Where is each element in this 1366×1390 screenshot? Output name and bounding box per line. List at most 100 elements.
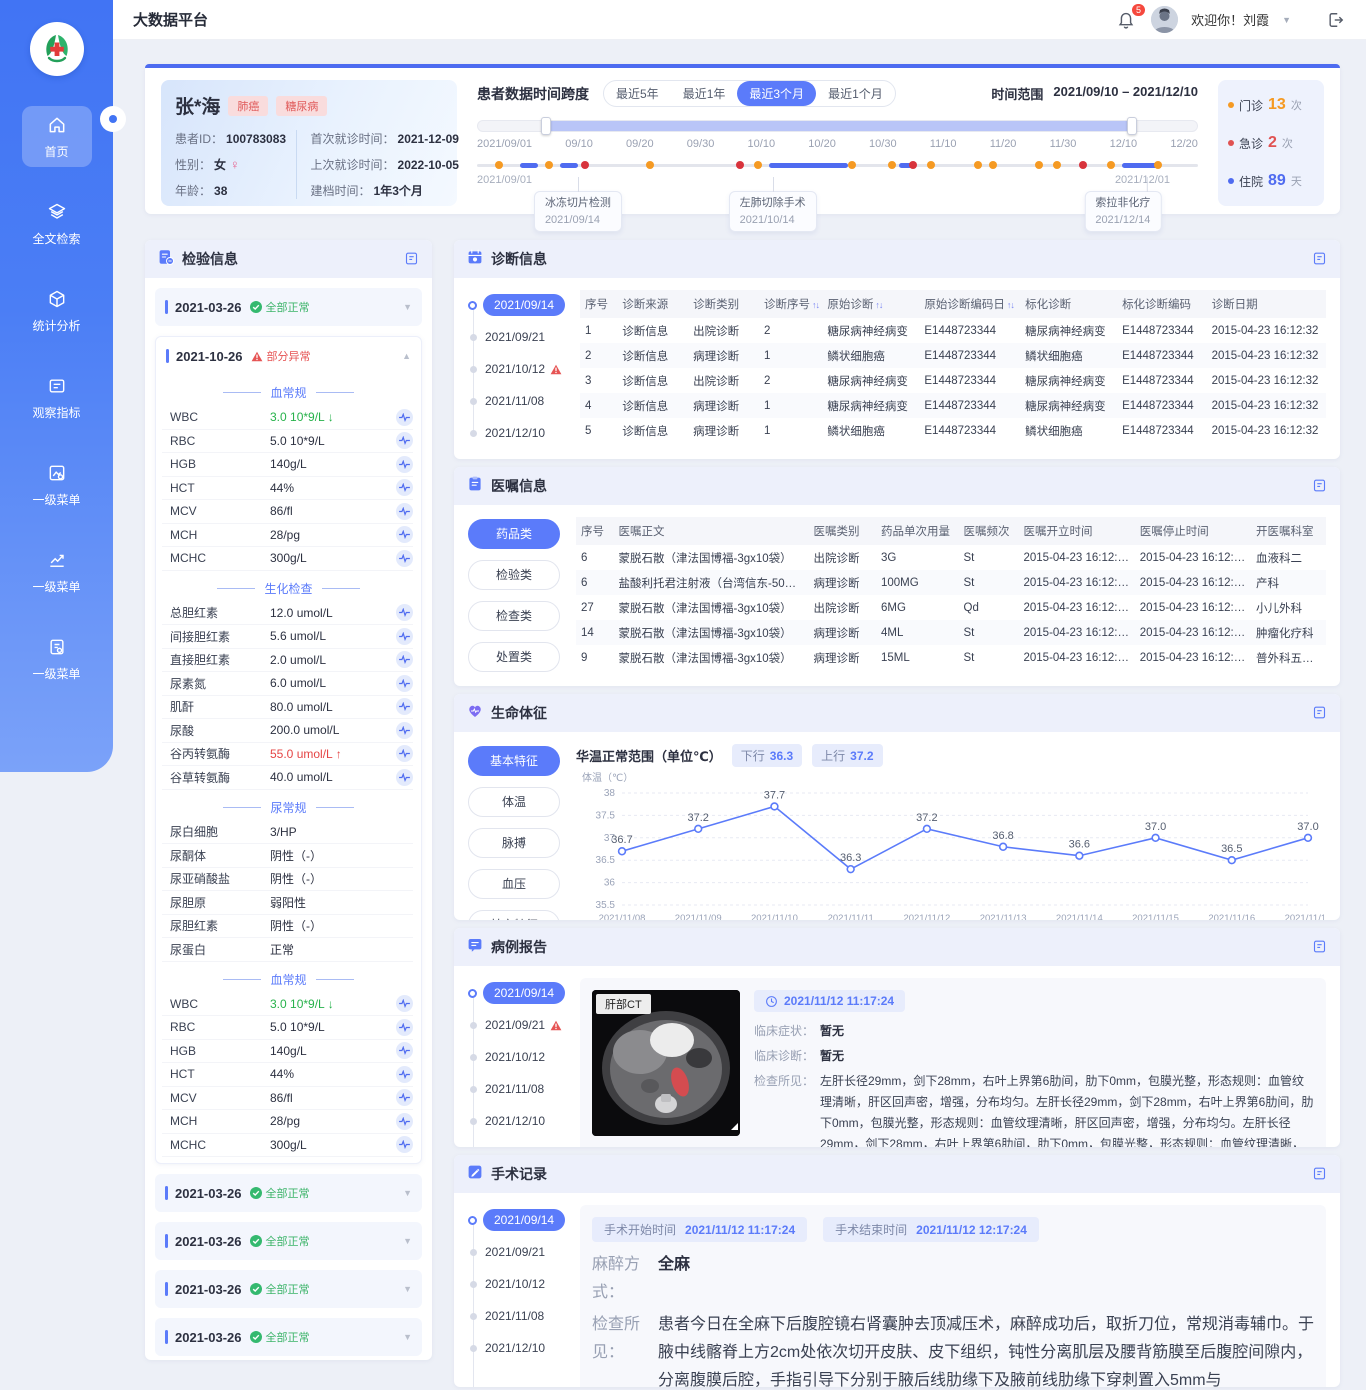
outpatient-event-dot[interactable]: [989, 161, 997, 169]
hospital-stay-segment[interactable]: [1122, 163, 1158, 168]
sidebar-item-5[interactable]: 一级菜单: [22, 541, 92, 602]
column-header[interactable]: 原始诊断↑↓: [822, 290, 919, 318]
vitals-tab-血压[interactable]: 血压: [468, 869, 560, 899]
report-note-icon[interactable]: [1312, 939, 1327, 955]
trend-wave-icon[interactable]: [396, 651, 413, 668]
orders-note-icon[interactable]: [1312, 478, 1327, 494]
surgery-note-icon[interactable]: [1312, 1166, 1327, 1182]
table-row[interactable]: 27蒙脱石散（津法国博福-3gx10袋）出院诊断6MGQd2015-04-23 …: [576, 595, 1326, 620]
date-timeline-item[interactable]: 2021/10/12: [468, 1272, 580, 1296]
trend-wave-icon[interactable]: [396, 995, 413, 1012]
chevron-down-icon[interactable]: ▼: [403, 1236, 412, 1246]
date-timeline-item[interactable]: 2021/12/10: [468, 1336, 580, 1360]
lab-entry-header[interactable]: 2021-03-26全部正常▼: [155, 288, 422, 326]
date-timeline-item[interactable]: 2021/09/14: [468, 981, 580, 1005]
outpatient-event-dot[interactable]: [495, 161, 503, 169]
table-row[interactable]: 3诊断信息出院诊断2糖尿病神经病变E1448723344糖尿病神经病变E1448…: [580, 368, 1326, 393]
range-button[interactable]: 最近1个月: [816, 81, 895, 106]
chevron-down-icon[interactable]: ▼: [403, 1188, 412, 1198]
sidebar-item-2[interactable]: 统计分析: [22, 280, 92, 341]
vitals-tab-脉搏[interactable]: 脉搏: [468, 828, 560, 858]
sort-icon[interactable]: ↑↓: [812, 300, 819, 310]
sidebar-item-3[interactable]: 观察指标: [22, 367, 92, 428]
trend-wave-icon[interactable]: [396, 456, 413, 473]
hospital-stay-segment[interactable]: [520, 163, 538, 168]
date-timeline-item[interactable]: 2021/09/21: [468, 1240, 580, 1264]
vitals-tab-体温[interactable]: 体温: [468, 787, 560, 817]
date-timeline-item[interactable]: 2021/12/10: [468, 1109, 580, 1133]
chevron-down-icon[interactable]: ▼: [403, 302, 412, 312]
outpatient-event-dot[interactable]: [927, 161, 935, 169]
table-row[interactable]: 6盐酸利托君注射液（台湾信东-50mg:5ml）病理诊断100MGSt2015-…: [576, 570, 1326, 595]
trend-wave-icon[interactable]: [396, 503, 413, 520]
outpatient-event-dot[interactable]: [545, 161, 553, 169]
chevron-up-icon[interactable]: ▲: [402, 351, 411, 361]
trend-wave-icon[interactable]: [396, 1136, 413, 1153]
sort-icon[interactable]: ↑↓: [875, 300, 882, 310]
table-row[interactable]: 14蒙脱石散（津法国博福-3gx10袋）病理诊断4MLSt2015-04-23 …: [576, 620, 1326, 645]
trend-wave-icon[interactable]: [396, 722, 413, 739]
logout-button[interactable]: [1326, 10, 1346, 30]
trend-wave-icon[interactable]: [396, 604, 413, 621]
trend-wave-icon[interactable]: [396, 526, 413, 543]
trend-wave-icon[interactable]: [396, 1042, 413, 1059]
table-row[interactable]: 1诊断信息出院诊断2糖尿病神经病变E1448723344糖尿病神经病变E1448…: [580, 318, 1326, 343]
trend-wave-icon[interactable]: [396, 432, 413, 449]
table-row[interactable]: 2诊断信息病理诊断1鳞状细胞癌E1448723344鳞状细胞癌E14487233…: [580, 343, 1326, 368]
vitals-low-badge[interactable]: 下行36.3: [732, 744, 802, 767]
user-menu-caret-icon[interactable]: ▼: [1282, 15, 1291, 25]
table-row[interactable]: 4诊断信息病理诊断1糖尿病神经病变E1448723344糖尿病神经病变E1448…: [580, 393, 1326, 418]
trend-wave-icon[interactable]: [396, 769, 413, 786]
sort-icon[interactable]: ↑↓: [1007, 300, 1014, 310]
date-timeline-item[interactable]: 2021/11/08: [468, 1077, 580, 1101]
outpatient-event-dot[interactable]: [754, 161, 762, 169]
orders-tab-检查类[interactable]: 检查类: [468, 601, 560, 631]
vitals-high-badge[interactable]: 上行37.2: [812, 744, 882, 767]
outpatient-event-dot[interactable]: [848, 161, 856, 169]
lab-note-icon[interactable]: [404, 251, 419, 267]
vitals-note-icon[interactable]: [1312, 705, 1327, 721]
lab-entry-header[interactable]: 2021-10-26部分异常▲: [156, 337, 421, 375]
lab-entry-header[interactable]: 2021-03-26全部正常▼: [155, 1270, 422, 1308]
chevron-down-icon[interactable]: ▼: [403, 1332, 412, 1342]
table-row[interactable]: 9蒙脱石散（津法国博福-3gx10袋）病理诊断15MLSt2015-04-23 …: [576, 645, 1326, 670]
emergency-event-dot[interactable]: [581, 161, 589, 169]
orders-tab-药品类[interactable]: 药品类: [468, 519, 560, 549]
outpatient-event-dot[interactable]: [1035, 161, 1043, 169]
trend-wave-icon[interactable]: [396, 698, 413, 715]
chevron-down-icon[interactable]: ▼: [403, 1284, 412, 1294]
hospital-stay-segment[interactable]: [769, 163, 848, 168]
vitals-tab-基本特征[interactable]: 基本特征: [468, 746, 560, 776]
column-header[interactable]: 原始诊断编码日↑↓: [919, 290, 1020, 318]
trend-wave-icon[interactable]: [396, 628, 413, 645]
outpatient-event-dot[interactable]: [888, 161, 896, 169]
trend-wave-icon[interactable]: [396, 1066, 413, 1083]
trend-wave-icon[interactable]: [396, 1089, 413, 1106]
welcome-user[interactable]: 欢迎你！刘霞: [1191, 10, 1269, 29]
date-timeline-item[interactable]: 2021/09/14: [468, 293, 580, 317]
range-button[interactable]: 最近1年: [671, 81, 738, 106]
trend-wave-icon[interactable]: [396, 1019, 413, 1036]
slider-handle-right[interactable]: [1127, 117, 1137, 135]
outpatient-event-dot[interactable]: [1107, 161, 1115, 169]
column-header[interactable]: 诊断序号↑↓: [759, 290, 822, 318]
outpatient-event-dot[interactable]: [1154, 161, 1162, 169]
lab-entry-header[interactable]: 2021-03-26全部正常▼: [155, 1318, 422, 1356]
orders-tab-处置类[interactable]: 处置类: [468, 642, 560, 672]
emergency-event-dot[interactable]: [1079, 161, 1087, 169]
trend-wave-icon[interactable]: [396, 550, 413, 567]
date-timeline-item[interactable]: 2021/09/21: [468, 1013, 580, 1037]
date-timeline-item[interactable]: 2021/11/08: [468, 1304, 580, 1328]
range-button[interactable]: 最近5年: [604, 81, 671, 106]
trend-wave-icon[interactable]: [396, 1113, 413, 1130]
notification-bell-button[interactable]: 5: [1116, 9, 1138, 31]
lab-entry-header[interactable]: 2021-03-26全部正常▼: [155, 1174, 422, 1212]
date-timeline-item[interactable]: 2021/09/14: [468, 1208, 580, 1232]
emergency-event-dot[interactable]: [909, 161, 917, 169]
trend-wave-icon[interactable]: [396, 745, 413, 762]
outpatient-event-dot[interactable]: [646, 161, 654, 169]
vitals-tab-其它特征[interactable]: 其它特征: [468, 910, 560, 920]
diagnosis-note-icon[interactable]: [1312, 251, 1327, 267]
table-row[interactable]: 6蒙脱石散（津法国博福-3gx10袋）出院诊断3GSt2015-04-23 16…: [576, 545, 1326, 570]
date-timeline-item[interactable]: 2021/10/12: [468, 1045, 580, 1069]
